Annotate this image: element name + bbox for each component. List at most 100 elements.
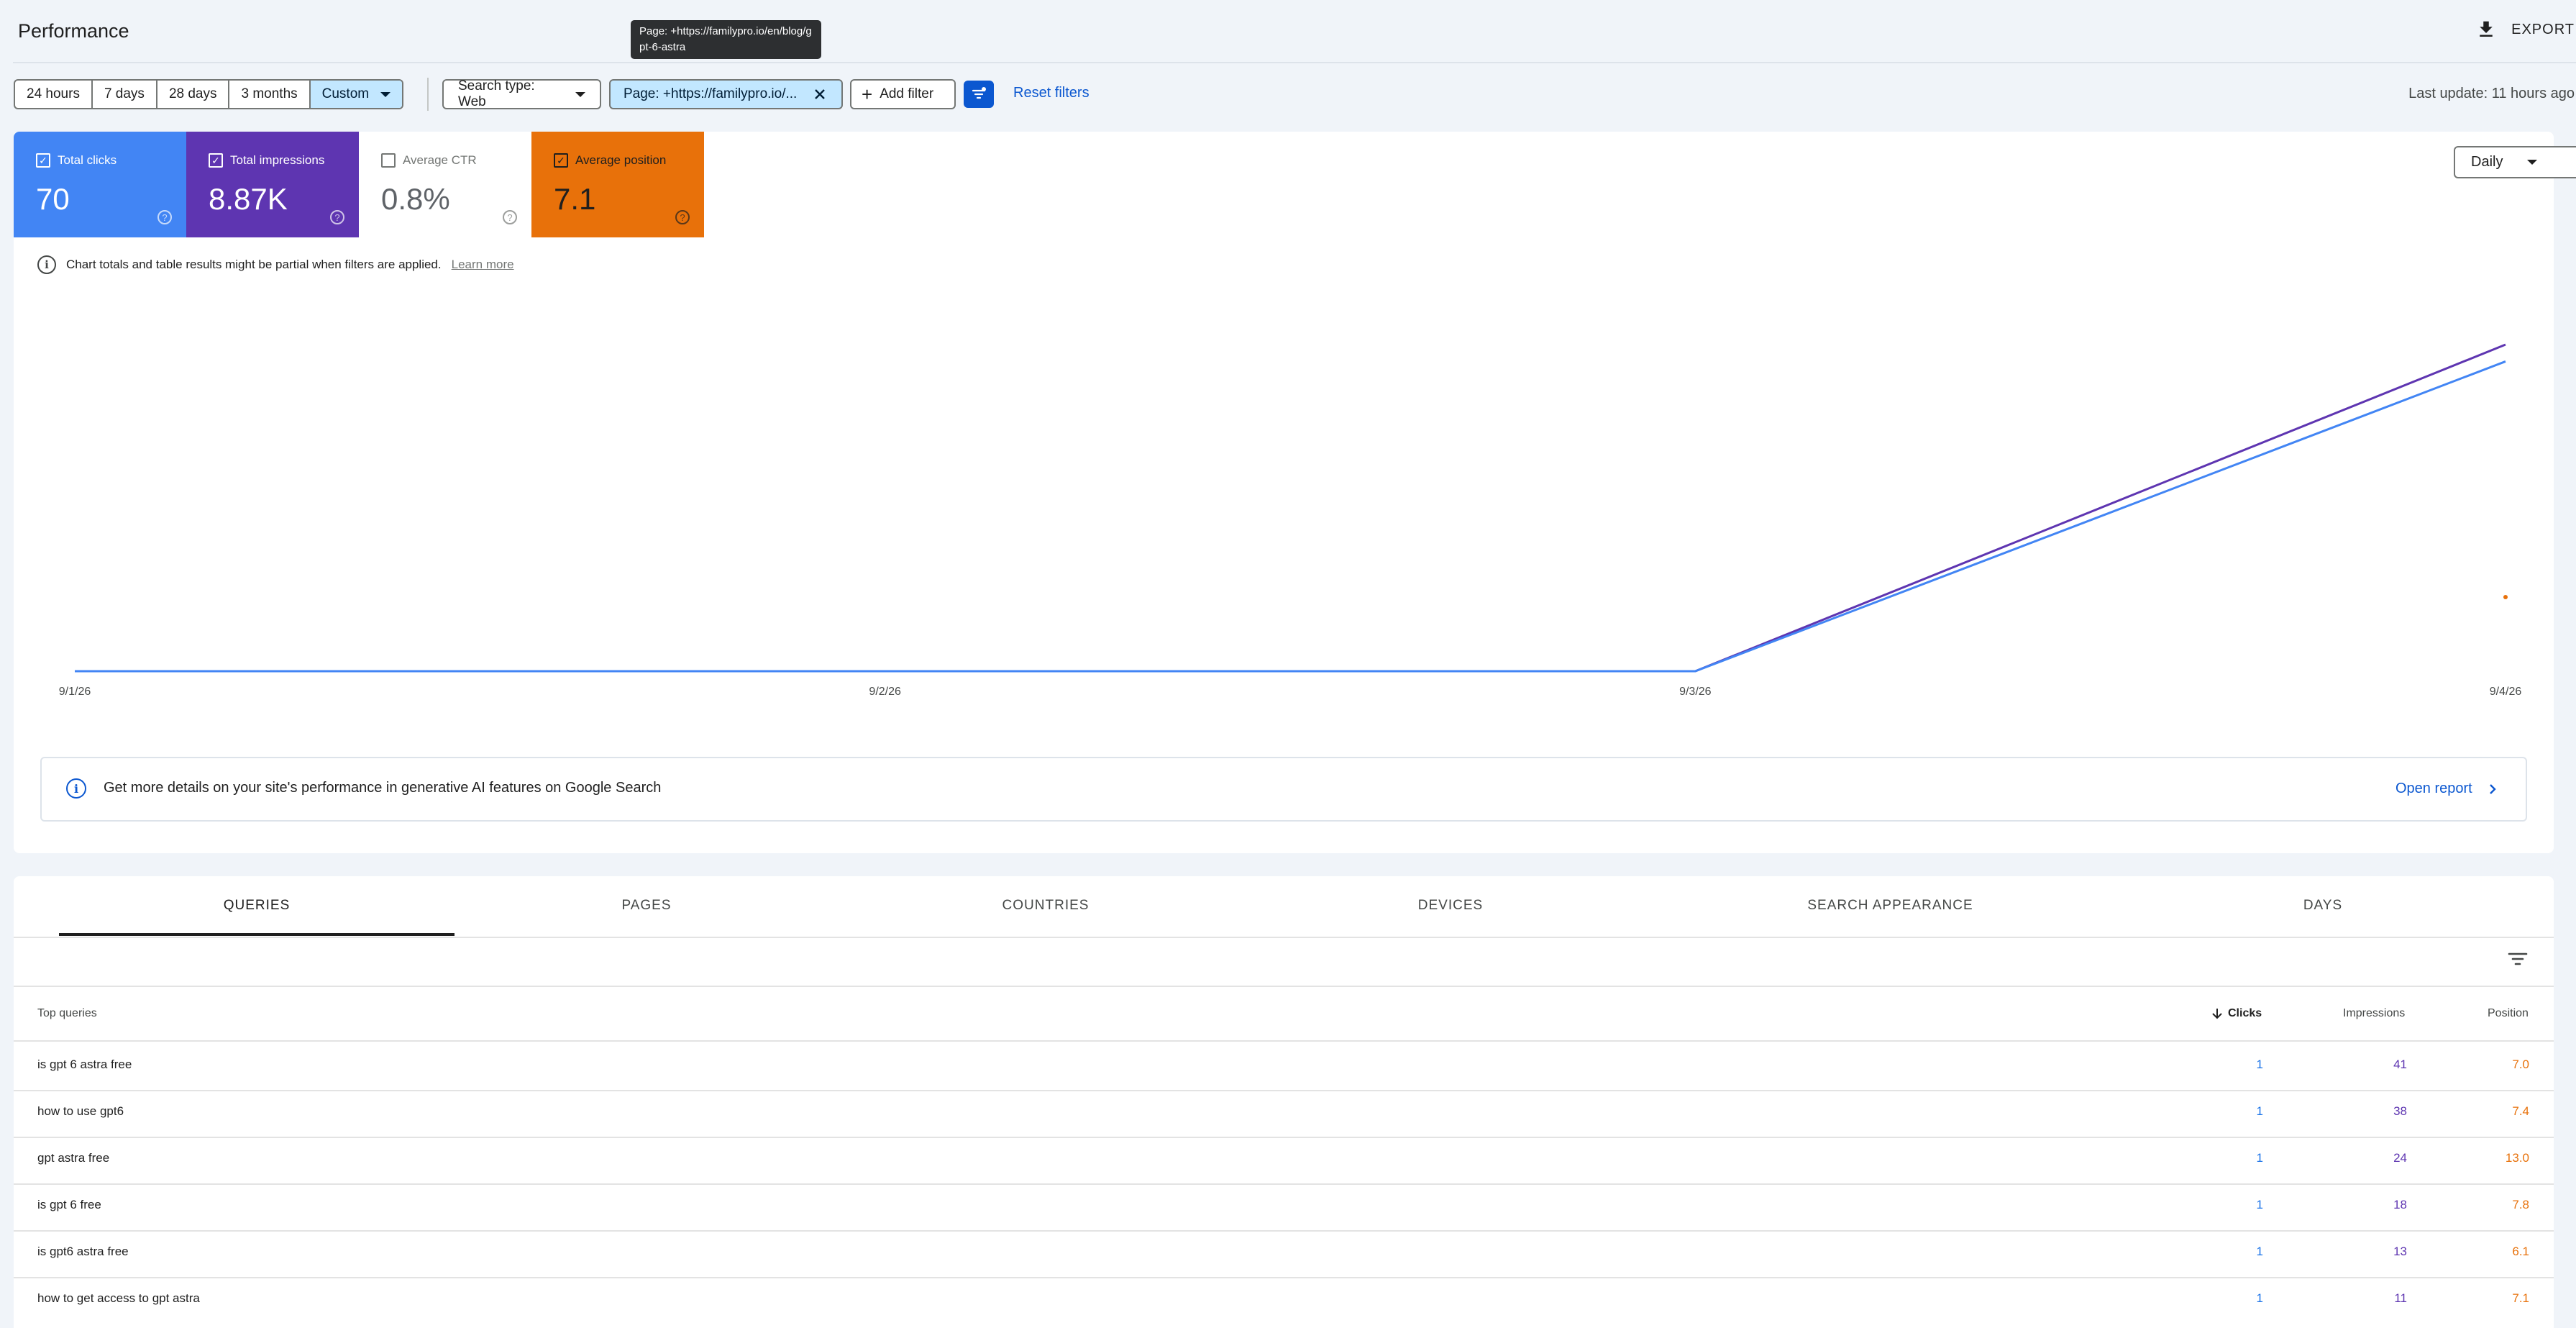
clicks-cell: 1	[2256, 1058, 2263, 1071]
query-cell[interactable]: is gpt 6 free	[37, 1198, 101, 1212]
date-range-selector: 24 hours 7 days 28 days 3 months Custom	[14, 79, 404, 109]
tabs-divider	[14, 937, 2554, 938]
header-divider	[13, 62, 2576, 63]
row-divider	[14, 1137, 2554, 1138]
reset-filters-link[interactable]: Reset filters	[1013, 85, 1090, 101]
clicks-header-label: Clicks	[2228, 1007, 2262, 1019]
checkbox-checked-icon[interactable]: ✓	[36, 153, 50, 168]
active-tab-indicator	[59, 933, 455, 936]
clicks-cell: 1	[2256, 1104, 2263, 1118]
row-divider	[14, 1183, 2554, 1185]
ai-banner-text: Get more details on your site's performa…	[104, 780, 662, 796]
info-icon: i	[66, 778, 86, 799]
checkbox-checked-icon[interactable]: ✓	[554, 153, 568, 168]
clicks-cell: 1	[2256, 1291, 2263, 1305]
checkbox-unchecked-icon[interactable]	[381, 153, 396, 168]
tab-days[interactable]: DAYS	[2132, 898, 2513, 914]
download-icon	[2480, 21, 2493, 37]
tab-pages[interactable]: PAGES	[455, 898, 839, 914]
tab-countries[interactable]: COUNTRIES	[839, 898, 1253, 914]
query-cell[interactable]: is gpt 6 astra free	[37, 1058, 132, 1072]
query-cell[interactable]: is gpt6 astra free	[37, 1245, 129, 1259]
tab-queries[interactable]: QUERIES	[59, 898, 455, 914]
impressions-cell: 24	[2393, 1151, 2407, 1165]
info-icon: i	[37, 255, 56, 274]
table-header-divider	[14, 1040, 2554, 1042]
metric-total-clicks[interactable]: ✓ Total clicks 70 ?	[14, 132, 186, 237]
impressions-cell: 13	[2393, 1245, 2407, 1258]
range-24-hours[interactable]: 24 hours	[15, 81, 93, 108]
filter-rows-icon[interactable]	[2508, 950, 2528, 968]
caret-down-icon	[575, 91, 585, 97]
position-cell: 7.8	[2512, 1198, 2529, 1211]
granularity-label: Daily	[2471, 154, 2503, 170]
impressions-cell: 41	[2393, 1058, 2407, 1071]
metric-total-impressions[interactable]: ✓ Total impressions 8.87K ?	[186, 132, 359, 237]
page-filter-label: Page: +https://familypro.io/...	[624, 86, 798, 101]
learn-more-link[interactable]: Learn more	[452, 258, 514, 272]
position-cell: 6.1	[2512, 1245, 2529, 1258]
x-tick-label: 9/4/26	[2490, 686, 2522, 698]
arrow-down-icon	[2212, 1009, 2222, 1019]
search-type-label: Search type: Web	[458, 78, 535, 109]
metric-label: Average position	[575, 153, 667, 167]
add-filter-button[interactable]: + Add filter	[850, 79, 956, 109]
checkbox-checked-icon[interactable]: ✓	[209, 153, 223, 168]
help-icon[interactable]: ?	[330, 210, 344, 224]
range-7-days[interactable]: 7 days	[93, 81, 157, 108]
column-header-clicks[interactable]: Clicks	[2212, 1007, 2262, 1020]
position-cell: 7.4	[2512, 1104, 2529, 1118]
page-filter-chip[interactable]: Page: +https://familypro.io/...	[609, 79, 843, 109]
range-28-days[interactable]: 28 days	[157, 81, 230, 108]
search-type-filter[interactable]: Search type: Web	[442, 78, 601, 109]
metric-label: Total impressions	[230, 153, 325, 167]
plus-icon: +	[862, 83, 873, 105]
query-cell[interactable]: how to use gpt6	[37, 1104, 124, 1119]
series-point-position	[2503, 595, 2508, 599]
impressions-cell: 38	[2393, 1104, 2407, 1118]
export-button[interactable]: EXPORT	[2475, 19, 2575, 40]
series-line-clicks	[75, 360, 2506, 673]
dimensions-card	[14, 876, 2554, 1328]
close-icon[interactable]	[814, 88, 826, 100]
metric-average-position[interactable]: ✓ Average position 7.1 ?	[531, 132, 704, 237]
row-divider	[14, 1090, 2554, 1091]
metric-label: Average CTR	[403, 153, 477, 167]
impressions-cell: 18	[2393, 1198, 2407, 1211]
query-cell[interactable]: gpt astra free	[37, 1151, 109, 1165]
position-cell: 7.0	[2512, 1058, 2529, 1071]
help-icon[interactable]: ?	[675, 210, 690, 224]
x-tick-label: 9/1/26	[59, 686, 91, 698]
column-header-impressions[interactable]: Impressions	[2343, 1007, 2405, 1020]
metric-label: Total clicks	[58, 153, 117, 167]
filter-settings-button[interactable]	[964, 81, 994, 108]
add-filter-label: Add filter	[880, 86, 934, 101]
clicks-cell: 1	[2256, 1198, 2263, 1211]
tab-search-appearance[interactable]: SEARCH APPEARANCE	[1648, 898, 2132, 914]
metric-average-ctr[interactable]: Average CTR 0.8% ?	[359, 132, 531, 237]
open-report-link[interactable]: Open report	[2395, 781, 2497, 797]
help-icon[interactable]: ?	[157, 210, 172, 224]
row-divider	[14, 1277, 2554, 1278]
range-custom-label: Custom	[321, 86, 370, 101]
series-line-impressions	[75, 343, 2506, 673]
impressions-cell: 11	[2394, 1291, 2407, 1305]
granularity-dropdown[interactable]: Daily	[2454, 146, 2576, 178]
row-divider	[14, 1230, 2554, 1232]
open-report-label: Open report	[2395, 781, 2472, 796]
clicks-cell: 1	[2256, 1245, 2263, 1258]
column-header-position[interactable]: Position	[2488, 1007, 2529, 1020]
column-header-query: Top queries	[37, 1007, 97, 1019]
caret-down-icon	[2527, 160, 2538, 165]
table-toolbar-divider	[14, 986, 2554, 987]
page-title: Performance	[18, 20, 129, 42]
x-tick-label: 9/2/26	[869, 686, 901, 698]
range-3-months[interactable]: 3 months	[229, 81, 311, 108]
tab-devices[interactable]: DEVICES	[1253, 898, 1648, 914]
range-custom[interactable]: Custom	[310, 81, 403, 108]
help-icon[interactable]: ?	[503, 210, 517, 224]
position-cell: 7.1	[2512, 1291, 2529, 1305]
query-cell[interactable]: how to get access to gpt astra	[37, 1291, 200, 1306]
last-update-text: Last update: 11 hours ago	[2408, 86, 2575, 101]
filter-divider	[427, 78, 429, 111]
